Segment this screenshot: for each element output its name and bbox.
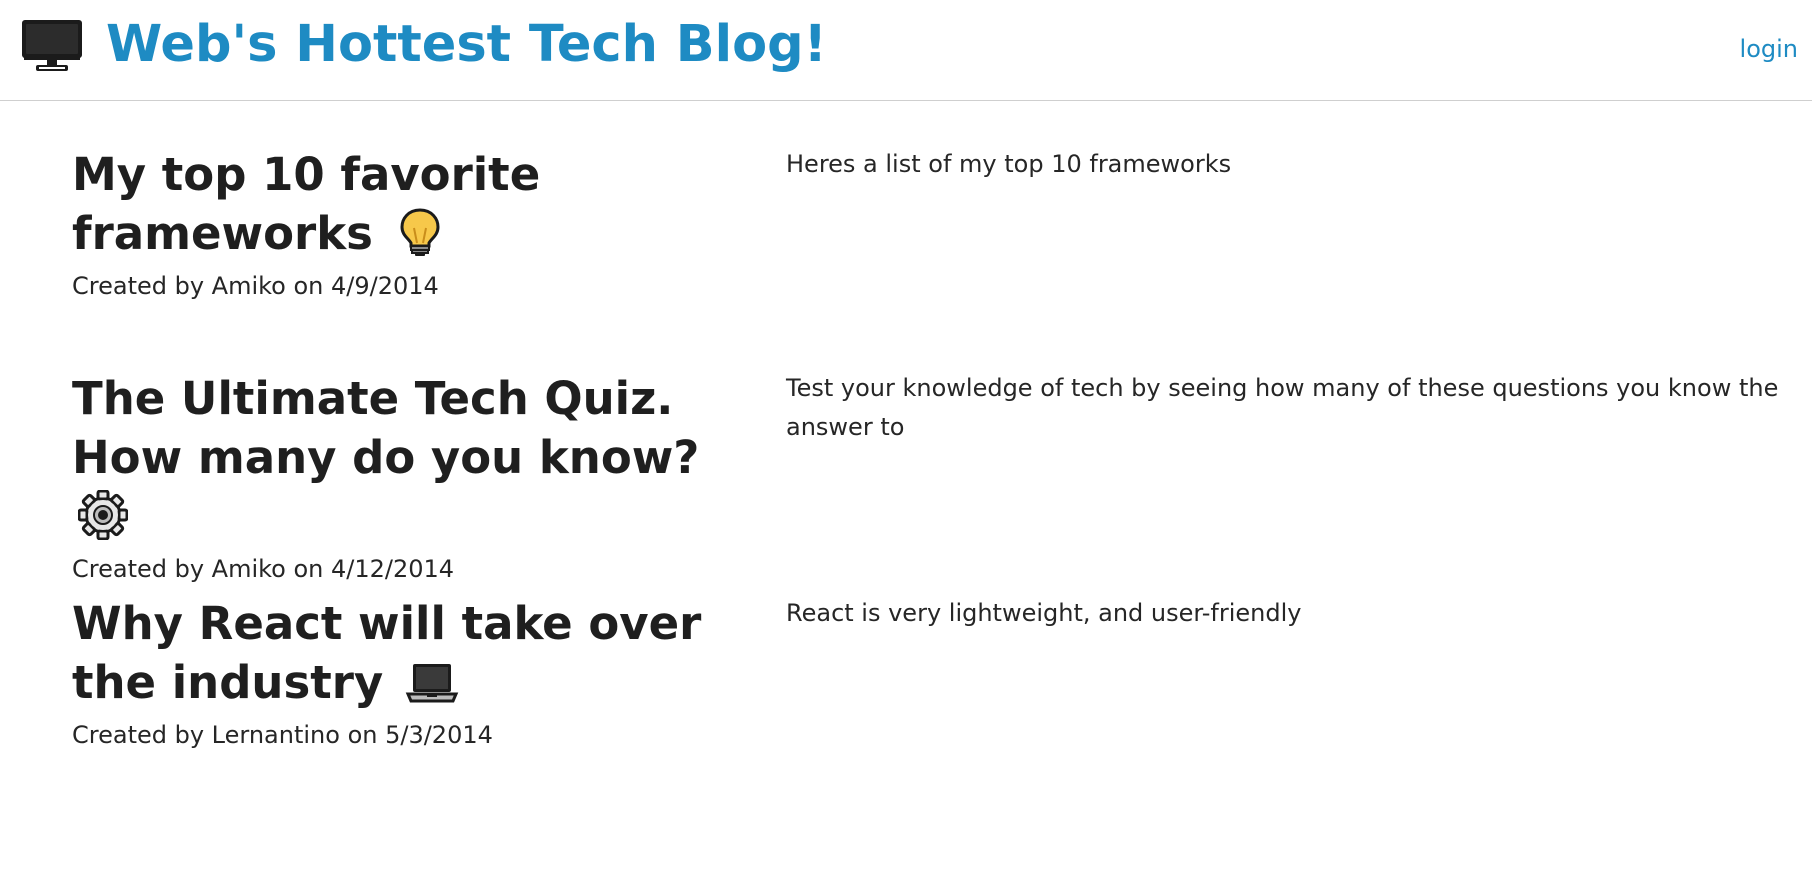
- post-title-link[interactable]: The Ultimate Tech Quiz. How many do you …: [72, 369, 732, 546]
- laptop-icon: [405, 656, 459, 706]
- post-meta: Created by Lernantino on 5/3/2014: [72, 721, 493, 749]
- post-meta: Created by Amiko on 4/12/2014: [72, 555, 455, 583]
- light-bulb-icon: [395, 207, 445, 257]
- post-title-text: Why React will take over the industry: [72, 597, 702, 709]
- post-title-text: My top 10 favorite frameworks: [72, 148, 541, 260]
- post-header: My top 10 favorite frameworks Created by…: [72, 145, 732, 301]
- site-title: Web's Hottest Tech Blog!: [106, 15, 827, 74]
- post-body: React is very lightweight, and user-frie…: [786, 599, 1302, 627]
- desktop-computer-icon: [20, 17, 84, 73]
- site-brand-link[interactable]: Web's Hottest Tech Blog!: [20, 14, 827, 76]
- site-header: Web's Hottest Tech Blog! login: [0, 0, 1812, 101]
- post-title-link[interactable]: My top 10 favorite frameworks: [72, 145, 732, 263]
- post-title-text: The Ultimate Tech Quiz. How many do you …: [72, 372, 700, 484]
- gear-icon: [77, 489, 129, 541]
- post-header: The Ultimate Tech Quiz. How many do you …: [72, 369, 732, 584]
- post-body: Heres a list of my top 10 frameworks: [786, 150, 1232, 178]
- post-header: Why React will take over the industry Cr…: [72, 594, 732, 750]
- login-link[interactable]: login: [1740, 34, 1798, 64]
- post-title-link[interactable]: Why React will take over the industry: [72, 594, 732, 712]
- post-meta: Created by Amiko on 4/9/2014: [72, 272, 439, 300]
- post-body: Test your knowledge of tech by seeing ho…: [786, 374, 1779, 441]
